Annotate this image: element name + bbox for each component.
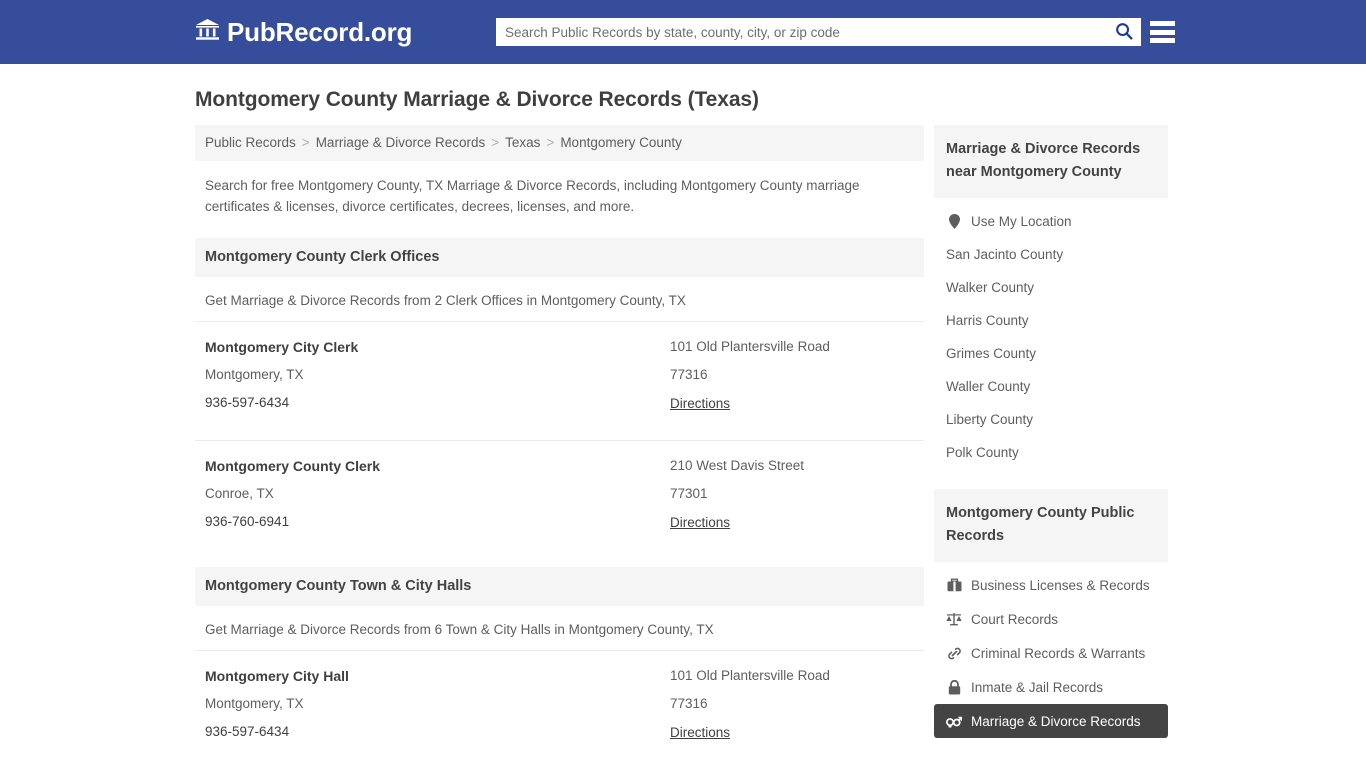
office-name[interactable]: Montgomery City Hall	[205, 668, 670, 684]
section-heading: Montgomery County Town & City Halls	[195, 567, 924, 606]
sidebar-item-label: San Jacinto County	[946, 247, 1064, 262]
table-row: Montgomery County Clerk Conroe, TX 936-7…	[195, 440, 924, 546]
page-intro-text: Search for free Montgomery County, TX Ma…	[205, 178, 860, 214]
entry-right-column: 101 Old Plantersville Road 77316 Directi…	[670, 668, 914, 742]
sidebar-item-grimes-county[interactable]: Grimes County	[934, 337, 1168, 370]
sidebar-item-label: Marriage & Divorce Records	[971, 713, 1141, 729]
directions-link[interactable]: Directions	[670, 515, 730, 530]
office-phone: 936-597-6434	[205, 395, 290, 410]
site-logo-link[interactable]: PubRecord.org	[195, 17, 412, 48]
search-bar[interactable]	[496, 18, 1141, 46]
breadcrumb-item-0[interactable]: Public Records	[205, 135, 296, 150]
sidebar-item-label: Court Records	[971, 611, 1059, 627]
briefcase-icon	[946, 577, 962, 593]
sidebar-item-label: Harris County	[946, 313, 1029, 328]
table-row: Montgomery City Hall Montgomery, TX 936-…	[195, 650, 924, 756]
scales-icon	[946, 611, 962, 627]
sidebar-item-label: Criminal Records & Warrants	[971, 645, 1146, 661]
sidebar-item-label: Use My Location	[971, 213, 1072, 229]
office-zip: 77316	[670, 696, 708, 711]
office-phone: 936-760-6941	[205, 514, 290, 529]
sidebar-item-label: Walker County	[946, 280, 1035, 295]
entry-left-column: Montgomery City Hall Montgomery, TX 936-…	[205, 668, 670, 742]
menu-bar-3	[1150, 38, 1175, 43]
sidebar-item-use-my-location[interactable]: Use My Location	[934, 204, 1168, 238]
main-content: Public Records > Marriage & Divorce Reco…	[195, 125, 924, 768]
office-name[interactable]: Montgomery City Clerk	[205, 339, 670, 355]
page-title: Montgomery County Marriage & Divorce Rec…	[195, 88, 759, 111]
section-subtitle: Get Marriage & Divorce Records from 6 To…	[205, 622, 714, 637]
content-columns: Public Records > Marriage & Divorce Reco…	[195, 125, 1366, 768]
office-address: 210 West Davis Street	[670, 458, 805, 473]
site-header: PubRecord.org	[0, 0, 1366, 64]
sidebar-public-records-block: Montgomery County Public Records Busines…	[934, 489, 1168, 738]
sidebar-item-label: Waller County	[946, 379, 1031, 394]
office-address: 101 Old Plantersville Road	[670, 339, 830, 354]
breadcrumb-item-1[interactable]: Marriage & Divorce Records	[316, 135, 486, 150]
brand-name: PubRecord.org	[227, 16, 413, 47]
entry-right-column: 101 Old Plantersville Road 77316 Directi…	[670, 339, 914, 413]
directions-link[interactable]: Directions	[670, 396, 730, 411]
sidebar-item-marriage-divorce-records[interactable]: Marriage & Divorce Records	[934, 704, 1168, 738]
office-phone: 936-597-6434	[205, 724, 290, 739]
sidebar-item-label: Business Licenses & Records	[971, 577, 1150, 593]
gender-symbols-icon	[946, 713, 962, 729]
sidebar-item-inmate-jail-records[interactable]: Inmate & Jail Records	[934, 670, 1168, 704]
sidebar-public-records-heading: Montgomery County Public Records	[934, 489, 1168, 562]
sidebar-item-label: Polk County	[946, 445, 1019, 460]
sidebar-item-polk-county[interactable]: Polk County	[934, 436, 1168, 469]
office-zip: 77316	[670, 367, 708, 382]
breadcrumb-item-3[interactable]: Montgomery County	[560, 135, 682, 150]
page-container: Montgomery County Marriage & Divorce Rec…	[0, 88, 1366, 768]
sidebar-item-court-records[interactable]: Court Records	[934, 602, 1168, 636]
office-city-state: Montgomery, TX	[205, 696, 304, 711]
records-section: Montgomery County Clerk Offices Get Marr…	[195, 238, 924, 546]
breadcrumb-separator: >	[491, 135, 500, 150]
sidebar-item-harris-county[interactable]: Harris County	[934, 304, 1168, 337]
directions-link[interactable]: Directions	[670, 725, 730, 740]
breadcrumb-separator: >	[301, 135, 310, 150]
sidebar-item-label: Liberty County	[946, 412, 1034, 427]
office-city-state: Montgomery, TX	[205, 367, 304, 382]
sidebar-item-label: Inmate & Jail Records	[971, 679, 1104, 695]
office-zip: 77301	[670, 486, 708, 501]
sidebar-item-liberty-county[interactable]: Liberty County	[934, 403, 1168, 436]
breadcrumb: Public Records > Marriage & Divorce Reco…	[195, 125, 924, 161]
office-city-state: Conroe, TX	[205, 486, 274, 501]
sidebar-item-walker-county[interactable]: Walker County	[934, 271, 1168, 304]
records-section: Montgomery County Town & City Halls Get …	[195, 567, 924, 768]
link-icon	[946, 645, 962, 661]
sidebar-public-records-list: Business Licenses & Records Court Record…	[934, 568, 1168, 738]
sidebar-item-waller-county[interactable]: Waller County	[934, 370, 1168, 403]
breadcrumb-item-2[interactable]: Texas	[505, 135, 540, 150]
office-name[interactable]: Montgomery County Clerk	[205, 458, 670, 474]
entry-right-column: 210 West Davis Street 77301 Directions	[670, 458, 914, 532]
search-button[interactable]	[1107, 18, 1141, 46]
entry-left-column: Montgomery City Clerk Montgomery, TX 936…	[205, 339, 670, 413]
section-subtitle: Get Marriage & Divorce Records from 2 Cl…	[205, 293, 686, 308]
office-address: 101 Old Plantersville Road	[670, 668, 830, 683]
sidebar-item-business-licenses[interactable]: Business Licenses & Records	[934, 568, 1168, 602]
entry-left-column: Montgomery County Clerk Conroe, TX 936-7…	[205, 458, 670, 532]
sidebar: Marriage & Divorce Records near Montgome…	[934, 125, 1168, 738]
search-icon	[1115, 22, 1133, 43]
sidebar-nearby-list: Use My Location San Jacinto County Walke…	[934, 204, 1168, 469]
table-row: Montgomery City Clerk Montgomery, TX 936…	[195, 321, 924, 427]
lock-icon	[946, 679, 962, 695]
sidebar-nearby-heading: Marriage & Divorce Records near Montgome…	[934, 125, 1168, 198]
bank-building-icon	[195, 18, 220, 46]
sidebar-item-san-jacinto-county[interactable]: San Jacinto County	[934, 238, 1168, 271]
menu-bar-2	[1150, 29, 1175, 35]
hamburger-menu-button[interactable]	[1150, 19, 1175, 45]
breadcrumb-separator: >	[546, 135, 555, 150]
menu-bar-1	[1150, 21, 1175, 26]
sidebar-item-label: Grimes County	[946, 346, 1037, 361]
map-pin-icon	[946, 213, 962, 229]
search-input[interactable]	[496, 18, 1107, 46]
section-heading: Montgomery County Clerk Offices	[195, 238, 924, 277]
sidebar-item-criminal-records[interactable]: Criminal Records & Warrants	[934, 636, 1168, 670]
